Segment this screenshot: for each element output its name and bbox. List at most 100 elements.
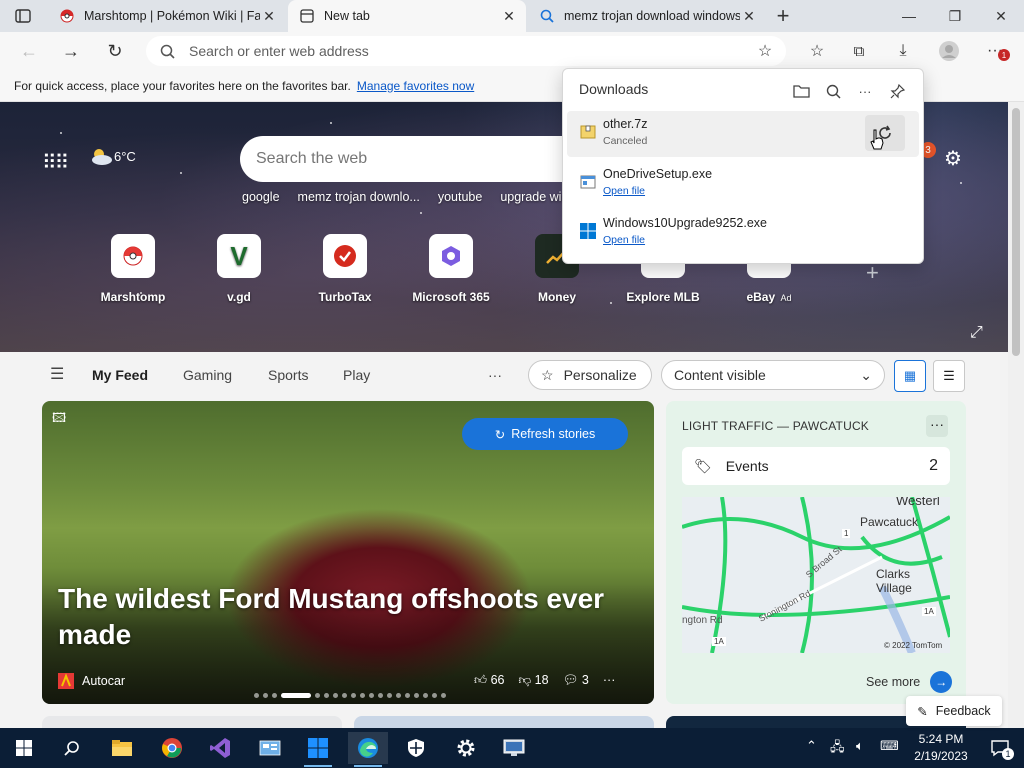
download-filename: other.7z: [603, 117, 648, 131]
collections-icon[interactable]: ⧉: [844, 36, 874, 66]
feedback-button[interactable]: ✎ Feedback: [906, 696, 1002, 726]
story-more-icon[interactable]: ···: [603, 673, 616, 688]
minimize-button[interactable]: —: [886, 0, 932, 32]
tab-memz-search[interactable]: memz trojan download windows ✕: [528, 0, 766, 32]
tray-chevron-up-icon[interactable]: ⌃: [806, 738, 817, 754]
suggestion-item[interactable]: memz trojan downlo...: [298, 190, 420, 204]
profile-avatar[interactable]: [934, 36, 964, 66]
story-source[interactable]: Autocar: [58, 673, 125, 689]
open-file-link[interactable]: Open file: [603, 185, 645, 197]
pokeball-icon: [60, 9, 74, 23]
list-layout-icon[interactable]: ☰: [933, 360, 965, 392]
visual-studio-icon[interactable]: [200, 732, 240, 764]
close-tab-icon[interactable]: ✕: [740, 8, 758, 25]
notification-count: 1: [1002, 748, 1014, 760]
chrome-icon[interactable]: [152, 732, 192, 764]
quicklink-turbotax[interactable]: TurboTax: [300, 234, 390, 304]
tab-new-tab[interactable]: New tab ✕: [288, 0, 526, 32]
traffic-more-icon[interactable]: ···: [926, 415, 948, 437]
hero-story-card[interactable]: 🖾 ↻ Refresh stories The wildest Ford Mus…: [42, 401, 654, 704]
open-file-link[interactable]: Open file: [603, 234, 645, 246]
open-folder-icon[interactable]: [787, 77, 815, 105]
page-settings-gear-icon[interactable]: ⚙: [944, 146, 962, 171]
traffic-card[interactable]: LIGHT TRAFFIC — PAWCATUCK ··· 🏷︎ Events …: [666, 401, 966, 704]
start-windows-icon[interactable]: [4, 732, 44, 764]
downloads-icon[interactable]: ⤓: [888, 36, 918, 66]
apps-grid-icon[interactable]: ⠿⠿: [42, 150, 69, 175]
hamburger-menu-icon[interactable]: ☰: [50, 364, 64, 384]
add-favorite-star-icon[interactable]: ☆: [750, 36, 780, 66]
settings-gear-icon[interactable]: [446, 732, 486, 764]
refresh-icon[interactable]: ↻: [100, 36, 130, 66]
back-arrow-icon[interactable]: ←: [14, 36, 44, 66]
refresh-stories-button[interactable]: ↻ Refresh stories: [462, 418, 628, 450]
network-icon[interactable]: 🖧︎: [830, 738, 845, 760]
system-clock[interactable]: 5:24 PM 2/19/2023: [906, 731, 976, 765]
dislike-count: 18: [534, 673, 549, 687]
quicklink-marshtomp[interactable]: Marshtomp: [88, 234, 178, 304]
downloads-more-icon[interactable]: ···: [851, 77, 879, 105]
file-explorer-icon[interactable]: [102, 732, 142, 764]
maximize-button[interactable]: ❐: [932, 0, 978, 32]
map-label: Westerl: [896, 497, 940, 508]
dislike-button[interactable]: 👎︎ 18: [518, 673, 548, 688]
download-item[interactable]: OneDriveSetup.exe Open file: [567, 161, 919, 207]
search-icon: [540, 9, 554, 23]
suggestion-item[interactable]: youtube: [438, 190, 482, 204]
download-filename: OneDriveSetup.exe: [603, 167, 713, 181]
scrollbar-thumb[interactable]: [1012, 108, 1020, 356]
content-visibility-dropdown[interactable]: Content visible ⌄: [661, 360, 885, 390]
arrow-right-icon: →: [930, 671, 953, 693]
remote-desktop-icon[interactable]: [494, 732, 534, 764]
expand-background-icon[interactable]: ⤢: [970, 324, 983, 342]
tab-play[interactable]: Play: [343, 367, 370, 383]
download-item[interactable]: other.7z Canceled: [567, 111, 919, 157]
comment-button[interactable]: 💬︎ 3: [563, 673, 589, 688]
traffic-map[interactable]: Westerl Pawcatuck Clarks Village Stoning…: [682, 497, 950, 653]
quicklink-label: eBay: [746, 290, 776, 304]
close-tab-icon[interactable]: ✕: [500, 8, 518, 25]
close-window-button[interactable]: ✕: [978, 0, 1024, 32]
see-more-link[interactable]: See more →: [866, 671, 953, 693]
page-scrollbar[interactable]: [1008, 102, 1024, 728]
download-item[interactable]: Windows10Upgrade9252.exe Open file: [567, 210, 919, 256]
keyboard-icon[interactable]: ⌨: [880, 738, 899, 754]
windows-update-assistant-icon[interactable]: [298, 732, 338, 767]
volume-icon[interactable]: 🔈︎: [856, 738, 864, 754]
action-center-icon[interactable]: 1: [980, 732, 1020, 764]
search-downloads-icon[interactable]: [819, 77, 847, 105]
map-label: 1A: [922, 607, 936, 616]
events-row[interactable]: 🏷︎ Events 2: [682, 447, 950, 485]
control-panel-icon[interactable]: [250, 732, 290, 764]
ad-label: Ad: [780, 293, 792, 303]
forward-arrow-icon[interactable]: →: [56, 36, 86, 66]
tab-marshtomp[interactable]: Marshtomp | Pokémon Wiki | Fan ✕: [48, 0, 286, 32]
close-tab-icon[interactable]: ✕: [260, 8, 278, 25]
suggestion-item[interactable]: google: [242, 190, 280, 204]
autocar-logo-icon: [58, 673, 74, 689]
pin-icon[interactable]: [883, 77, 911, 105]
feed-navigation: ☰ My Feed Gaming Sports Play ··· ☆ Perso…: [0, 352, 1008, 398]
personalize-button[interactable]: ☆ Personalize: [528, 360, 652, 390]
feed-more-icon[interactable]: ···: [488, 367, 502, 383]
like-button[interactable]: 👍︎ 66: [474, 673, 504, 688]
tab-gaming[interactable]: Gaming: [183, 367, 232, 383]
quicklink-label: Marshtomp: [100, 290, 166, 304]
manage-favorites-link[interactable]: Manage favorites now: [357, 79, 474, 93]
tab-actions-icon[interactable]: [8, 1, 38, 31]
grid-layout-icon[interactable]: ▦: [894, 360, 926, 392]
carousel-dots[interactable]: [254, 693, 446, 698]
new-tab-plus-icon[interactable]: +: [768, 1, 798, 31]
tab-sports[interactable]: Sports: [268, 367, 308, 383]
weather-widget[interactable]: 6°C: [88, 146, 136, 166]
quicklink-microsoft-365[interactable]: Microsoft 365: [406, 234, 496, 304]
quicklink-vgd[interactable]: V v.gd: [194, 234, 284, 304]
refresh-stories-label: Refresh stories: [511, 427, 596, 441]
search-icon[interactable]: [52, 732, 92, 764]
favorites-icon[interactable]: ☆: [802, 36, 832, 66]
edge-icon[interactable]: [348, 732, 388, 767]
story-headline[interactable]: The wildest Ford Mustang offshoots ever …: [58, 581, 618, 653]
tab-my-feed[interactable]: My Feed: [92, 367, 148, 383]
address-bar[interactable]: Search or enter web address: [146, 36, 786, 66]
windows-security-shield-icon[interactable]: [396, 732, 436, 764]
